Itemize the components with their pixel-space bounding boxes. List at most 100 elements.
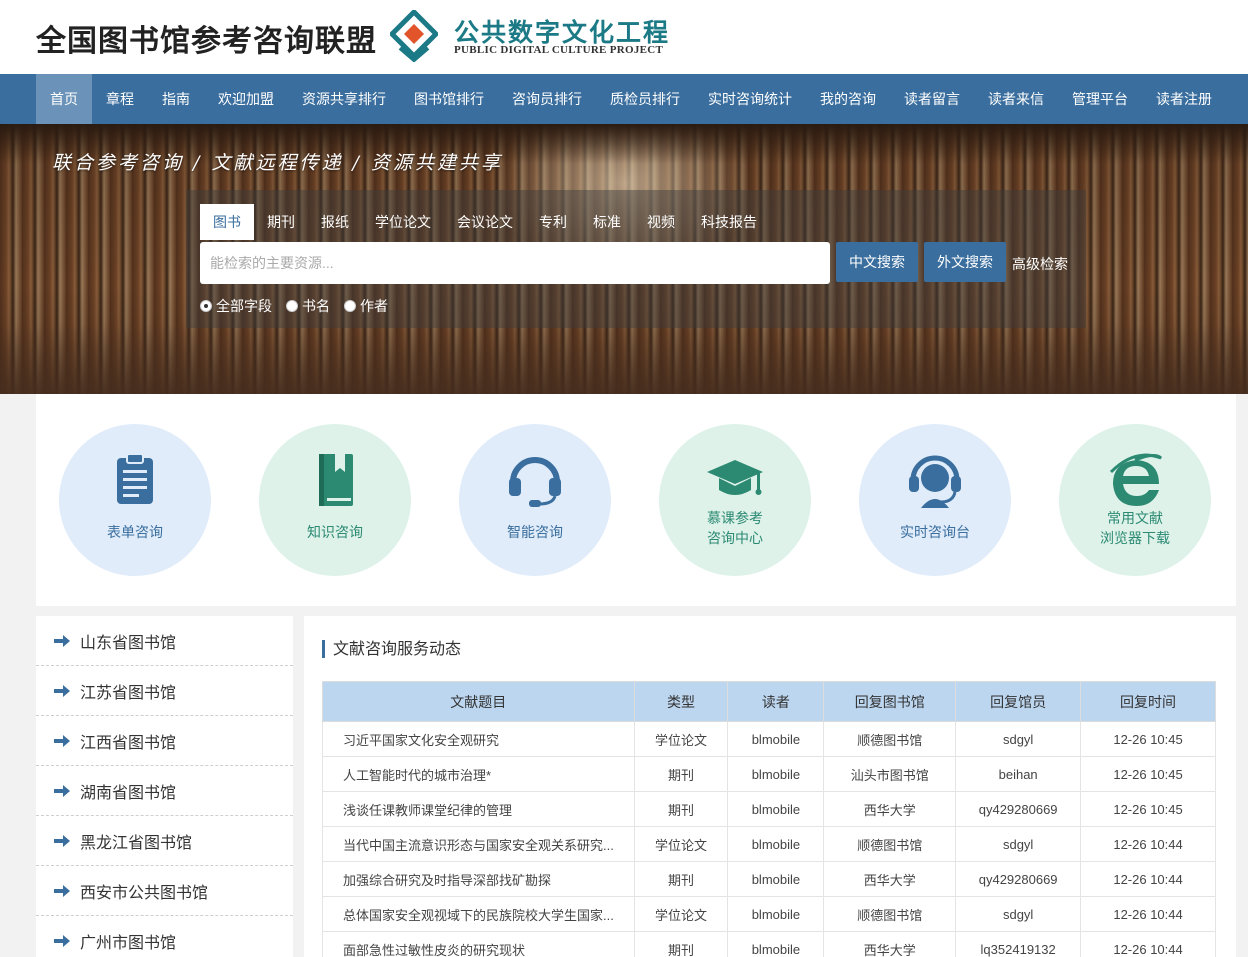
ie-browser-icon — [1109, 453, 1163, 506]
list-item[interactable]: 江西省图书馆 — [36, 716, 293, 766]
cell-library: 顺德图书馆 — [823, 721, 957, 757]
nav-consultant-ranking[interactable]: 咨询员排行 — [498, 74, 596, 124]
nav-library-ranking[interactable]: 图书馆排行 — [400, 74, 498, 124]
site-title[interactable]: 全国图书馆参考咨询联盟 — [36, 16, 377, 60]
cell-library: 西华大学 — [823, 791, 957, 827]
search-tab-newspapers[interactable]: 报纸 — [308, 204, 362, 240]
book-icon — [319, 454, 353, 506]
list-item[interactable]: 西安市公共图书馆 — [36, 866, 293, 916]
cell-title[interactable]: 习近平国家文化安全观研究 — [322, 721, 635, 757]
cell-time: 12-26 10:44 — [1080, 861, 1216, 897]
search-tab-videos[interactable]: 视频 — [634, 204, 688, 240]
service-browser-download[interactable]: 常用文献 浏览器下载 — [1059, 424, 1211, 576]
library-name: 江苏省图书馆 — [80, 682, 177, 702]
service-realtime-desk[interactable]: 实时咨询台 — [859, 424, 1011, 576]
cell-reader: blmobile — [727, 721, 825, 757]
library-name: 湖南省图书馆 — [80, 782, 177, 802]
service-knowledge-consult[interactable]: 知识咨询 — [259, 424, 411, 576]
nav-reader-letters[interactable]: 读者来信 — [974, 74, 1058, 124]
banner-slogan: 联合参考咨询 / 文献远程传递 / 资源共建共享 — [52, 152, 503, 174]
arrow-right-icon — [54, 784, 70, 797]
advanced-search-link[interactable]: 高级检索 — [1012, 254, 1068, 274]
table-row[interactable]: 人工智能时代的城市治理* 期刊 blmobile 汕头市图书馆 beihan 1… — [322, 756, 1216, 792]
cell-library: 汕头市图书馆 — [823, 756, 957, 792]
cell-title[interactable]: 人工智能时代的城市治理* — [322, 756, 635, 792]
nav-inspector-ranking[interactable]: 质检员排行 — [596, 74, 694, 124]
cell-title[interactable]: 总体国家安全观视域下的民族院校大学生国家... — [322, 896, 635, 932]
table-row[interactable]: 当代中国主流意识形态与国家安全观关系研究... 学位论文 blmobile 顺德… — [322, 826, 1216, 862]
search-tab-standards[interactable]: 标准 — [580, 204, 634, 240]
search-tab-books[interactable]: 图书 — [200, 204, 254, 240]
search-input[interactable] — [200, 242, 830, 284]
radio-author[interactable]: 作者 — [344, 296, 388, 316]
table-row[interactable]: 浅谈任课教师课堂纪律的管理 期刊 blmobile 西华大学 qy4292806… — [322, 791, 1216, 827]
library-name: 西安市公共图书馆 — [80, 882, 209, 902]
radio-selected-icon — [200, 300, 212, 312]
chinese-search-button[interactable]: 中文搜索 — [836, 242, 918, 282]
search-tab-patents[interactable]: 专利 — [526, 204, 580, 240]
nav-reader-register[interactable]: 读者注册 — [1142, 74, 1226, 124]
radio-label: 全部字段 — [216, 298, 272, 314]
nav-my-consultation[interactable]: 我的咨询 — [806, 74, 890, 124]
cell-type: 期刊 — [633, 791, 729, 827]
search-tab-theses[interactable]: 学位论文 — [362, 204, 444, 240]
table-row[interactable]: 面部急性过敏性皮炎的研究现状 期刊 blmobile 西华大学 lq352419… — [322, 931, 1216, 957]
service-label-line2: 咨询中心 — [707, 530, 763, 546]
list-item[interactable]: 江苏省图书馆 — [36, 666, 293, 716]
nav-home[interactable]: 首页 — [36, 74, 92, 124]
cell-title[interactable]: 面部急性过敏性皮炎的研究现状 — [322, 931, 635, 957]
cell-librarian: lq352419132 — [955, 931, 1082, 957]
table-row[interactable]: 加强综合研究及时指导深部找矿勘探 期刊 blmobile 西华大学 qy4292… — [322, 861, 1216, 897]
cell-reader: blmobile — [727, 896, 825, 932]
col-header-library: 回复图书馆 — [823, 681, 957, 722]
service-form-consult[interactable]: 表单咨询 — [59, 424, 211, 576]
cell-librarian: qy429280669 — [955, 861, 1082, 897]
search-tab-conference[interactable]: 会议论文 — [444, 204, 526, 240]
nav-resource-ranking[interactable]: 资源共享排行 — [288, 74, 400, 124]
list-item[interactable]: 山东省图书馆 — [36, 616, 293, 666]
nav-charter[interactable]: 章程 — [92, 74, 148, 124]
service-label: 知识咨询 — [307, 524, 363, 540]
list-item[interactable]: 广州市图书馆 — [36, 916, 293, 957]
list-item[interactable]: 湖南省图书馆 — [36, 766, 293, 816]
cell-title[interactable]: 浅谈任课教师课堂纪律的管理 — [322, 791, 635, 827]
cell-librarian: sdgyl — [955, 826, 1082, 862]
logo-english-text: PUBLIC DIGITAL CULTURE PROJECT — [454, 44, 664, 56]
cell-type: 学位论文 — [633, 721, 729, 757]
pdcp-logo-icon — [390, 10, 438, 62]
nav-guide[interactable]: 指南 — [148, 74, 204, 124]
list-item[interactable]: 黑龙江省图书馆 — [36, 816, 293, 866]
search-tab-journals[interactable]: 期刊 — [254, 204, 308, 240]
table-row[interactable]: 习近平国家文化安全观研究 学位论文 blmobile 顺德图书馆 sdgyl 1… — [322, 721, 1216, 757]
cell-title[interactable]: 当代中国主流意识形态与国家安全观关系研究... — [322, 826, 635, 862]
col-header-title: 文献题目 — [322, 681, 635, 722]
foreign-search-button[interactable]: 外文搜索 — [924, 242, 1006, 282]
radio-label: 书名 — [302, 298, 330, 314]
consultation-table: 文献题目 类型 读者 回复图书馆 回复馆员 回复时间 习近平国家文化安全观研究 … — [322, 681, 1216, 957]
nav-realtime-stats[interactable]: 实时咨询统计 — [694, 74, 806, 124]
service-label: 智能咨询 — [507, 524, 563, 540]
cell-reader: blmobile — [727, 791, 825, 827]
library-list: 山东省图书馆 江苏省图书馆 江西省图书馆 湖南省图书馆 黑龙江省图书馆 西安市公… — [36, 616, 293, 957]
table-header-row: 文献题目 类型 读者 回复图书馆 回复馆员 回复时间 — [322, 681, 1216, 722]
cell-title[interactable]: 加强综合研究及时指导深部找矿勘探 — [322, 861, 635, 897]
cell-library: 顺德图书馆 — [823, 896, 957, 932]
service-shortcuts: 表单咨询 知识咨询 智能咨询 慕课参考 咨询中心 实时咨询台 常用文献 浏览器下… — [36, 394, 1236, 606]
service-smart-consult[interactable]: 智能咨询 — [459, 424, 611, 576]
radio-label: 作者 — [360, 298, 388, 314]
radio-all-fields[interactable]: 全部字段 — [200, 296, 272, 316]
arrow-right-icon — [54, 834, 70, 847]
news-panel: 文献咨询服务动态 文献题目 类型 读者 回复图书馆 回复馆员 回复时间 习近平国… — [304, 616, 1236, 957]
radio-title[interactable]: 书名 — [286, 296, 330, 316]
nav-admin-platform[interactable]: 管理平台 — [1058, 74, 1142, 124]
cell-library: 顺德图书馆 — [823, 826, 957, 862]
nav-reader-messages[interactable]: 读者留言 — [890, 74, 974, 124]
search-tab-tech-reports[interactable]: 科技报告 — [688, 204, 770, 240]
service-mooc-reference[interactable]: 慕课参考 咨询中心 — [659, 424, 811, 576]
radio-unselected-icon — [286, 300, 298, 312]
cell-librarian: beihan — [955, 756, 1082, 792]
col-header-type: 类型 — [633, 681, 729, 722]
search-tabs: 图书 期刊 报纸 学位论文 会议论文 专利 标准 视频 科技报告 — [200, 204, 770, 240]
table-row[interactable]: 总体国家安全观视域下的民族院校大学生国家... 学位论文 blmobile 顺德… — [322, 896, 1216, 932]
nav-join[interactable]: 欢迎加盟 — [204, 74, 288, 124]
